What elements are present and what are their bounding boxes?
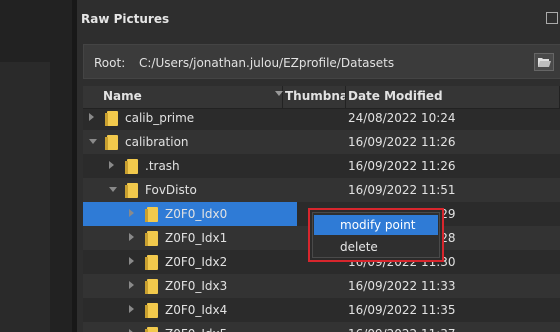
chevron-right-icon[interactable] <box>129 305 134 313</box>
tree-row[interactable]: Z0F0_Idx3 16/09/2022 11:33 <box>83 274 560 298</box>
chevron-down-icon[interactable] <box>109 187 117 192</box>
row-name: Z0F0_Idx3 <box>165 279 228 293</box>
row-name: Z0F0_Idx5 <box>165 327 227 332</box>
row-name: Z0F0_Idx2 <box>165 255 228 269</box>
row-name: Z0F0_Idx1 <box>165 231 228 245</box>
tree-row[interactable]: calib_prime 24/08/2022 10:24 <box>83 106 560 130</box>
row-date: 16/09/2022 11:35 <box>348 303 456 317</box>
chevron-right-icon[interactable] <box>129 257 134 265</box>
row-name: Z0F0_Idx4 <box>165 303 228 317</box>
row-name: calibration <box>125 135 189 149</box>
row-date: 16/09/2022 11:37 <box>348 327 456 332</box>
context-menu: modify point delete <box>308 208 444 262</box>
folder-icon <box>125 183 138 198</box>
menu-item-delete[interactable]: delete <box>314 237 438 257</box>
folder-icon <box>125 159 138 174</box>
folder-icon <box>145 207 158 222</box>
folder-icon <box>105 135 118 150</box>
row-name: .trash <box>145 159 180 173</box>
root-path[interactable]: C:/Users/jonathan.julou/EZprofile/Datase… <box>139 56 394 70</box>
raw-pictures-panel: Raw Pictures Root: C:/Users/jonathan.jul… <box>77 0 560 332</box>
tree-row[interactable]: FovDisto 16/09/2022 11:51 <box>83 178 560 202</box>
panel-title: Raw Pictures <box>81 12 170 26</box>
row-date: 24/08/2022 10:24 <box>348 111 456 125</box>
left-panel <box>0 0 72 332</box>
folder-icon <box>145 279 158 294</box>
row-date: 16/09/2022 11:26 <box>348 159 456 173</box>
folder-open-icon <box>538 58 551 67</box>
row-name: calib_prime <box>125 111 195 125</box>
chevron-right-icon[interactable] <box>129 233 134 241</box>
folder-icon <box>105 111 118 126</box>
folder-icon <box>145 303 158 318</box>
tree-row[interactable]: Z0F0_Idx5 16/09/2022 11:37 <box>83 322 560 332</box>
chevron-right-icon[interactable] <box>129 209 134 217</box>
chevron-right-icon[interactable] <box>129 281 134 289</box>
tree-row[interactable]: Z0F0_Idx4 16/09/2022 11:35 <box>83 298 560 322</box>
tree-row[interactable]: calibration 16/09/2022 11:26 <box>83 130 560 154</box>
chevron-right-icon[interactable] <box>89 113 94 121</box>
folder-icon <box>145 255 158 270</box>
column-name[interactable]: Name <box>83 86 283 108</box>
root-label: Root: <box>94 56 126 70</box>
context-menu-list: modify point delete <box>312 212 440 258</box>
row-name: Z0F0_Idx0 <box>165 207 228 221</box>
menu-item-modify-point[interactable]: modify point <box>314 215 438 235</box>
folder-icon <box>145 231 158 246</box>
row-date: 16/09/2022 11:51 <box>348 183 456 197</box>
row-name: FovDisto <box>145 183 197 197</box>
open-folder-button[interactable] <box>534 53 554 71</box>
chevron-down-icon[interactable] <box>89 139 97 144</box>
sort-indicator-icon <box>275 91 283 96</box>
tree-row[interactable]: .trash 16/09/2022 11:26 <box>83 154 560 178</box>
left-panel-content <box>0 62 50 332</box>
column-thumbnail[interactable]: Thumbnail <box>283 86 346 108</box>
column-date-modified[interactable]: Date Modified <box>346 86 560 108</box>
row-date: 16/09/2022 11:26 <box>348 135 456 149</box>
float-panel-icon[interactable] <box>546 12 558 24</box>
folder-icon <box>145 327 158 332</box>
row-date: 16/09/2022 11:33 <box>348 279 456 293</box>
chevron-right-icon[interactable] <box>109 161 114 169</box>
root-bar: Root: C:/Users/jonathan.julou/EZprofile/… <box>83 44 560 79</box>
